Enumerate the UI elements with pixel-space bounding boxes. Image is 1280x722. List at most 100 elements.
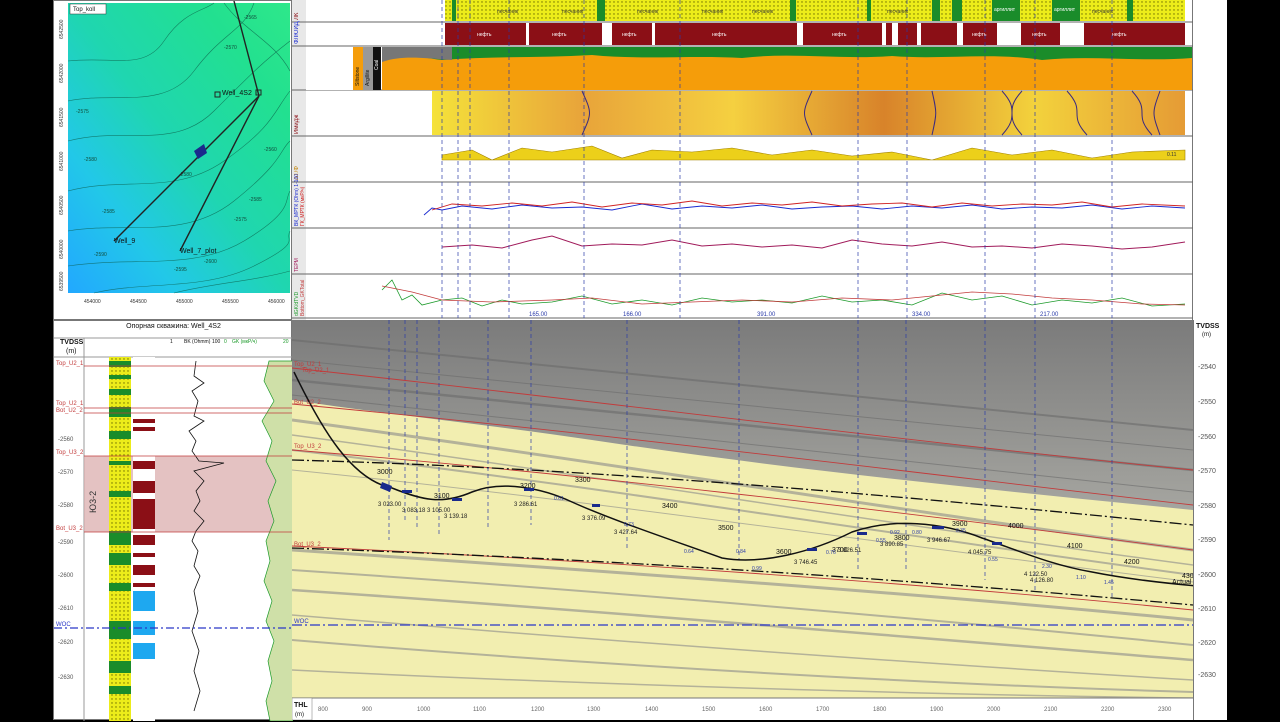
svg-text:2.30: 2.30 xyxy=(1042,564,1052,570)
depth-tick: -2590 xyxy=(1198,537,1216,544)
svg-text:1600: 1600 xyxy=(759,707,773,713)
svg-text:3 826.51: 3 826.51 xyxy=(838,548,862,554)
svg-text:-2560: -2560 xyxy=(264,147,277,153)
svg-text:1100: 1100 xyxy=(473,707,487,713)
svg-text:-2580: -2580 xyxy=(84,157,97,163)
track-label-image: Имидж xyxy=(294,114,300,134)
svg-text:3300: 3300 xyxy=(575,477,591,484)
svg-text:3500: 3500 xyxy=(718,525,734,532)
well-label-4s2[interactable]: Well_4S2 xyxy=(222,90,252,97)
depth-tick: -2580 xyxy=(1198,503,1216,510)
svg-text:-2575: -2575 xyxy=(76,109,89,115)
svg-text:нефть: нефть xyxy=(1032,32,1047,38)
map-panel[interactable]: -2575 -2580 -2585 -2590 -2595 -2600 -256… xyxy=(53,0,292,320)
track-label-term: ТЕРМ xyxy=(294,258,300,272)
log-strip-canvas[interactable]: песчаник песчаник песчаник песчаник песч… xyxy=(292,0,1193,320)
ref-gk-fill xyxy=(261,360,293,721)
svg-text:песчаник: песчаник xyxy=(497,9,519,15)
svg-text:0.35: 0.35 xyxy=(956,528,966,534)
svg-text:0.55: 0.55 xyxy=(988,557,998,563)
svg-text:3800: 3800 xyxy=(894,535,910,542)
svg-text:1700: 1700 xyxy=(816,707,830,713)
svg-text:334.00: 334.00 xyxy=(912,312,931,318)
reference-well-panel[interactable]: Опорная скважина: Well_4S2 TVDSS (m) 1 B… xyxy=(53,320,293,721)
svg-text:-2590: -2590 xyxy=(58,540,74,546)
svg-text:0.99: 0.99 xyxy=(752,566,762,572)
depth-tick: -2560 xyxy=(1198,434,1216,441)
svg-text:4000: 4000 xyxy=(1008,523,1024,530)
svg-text:217.00: 217.00 xyxy=(1040,312,1059,318)
depth-tick: -2620 xyxy=(1198,640,1216,647)
cross-section-canvas[interactable]: Top_U2_1 Top_U2_1 Bot_U2_2 Top_U3_2 Bot_… xyxy=(291,320,1198,721)
svg-text:6540000: 6540000 xyxy=(59,239,65,259)
svg-text:-2590: -2590 xyxy=(94,252,107,258)
facies-label-coal: Coal xyxy=(374,60,380,70)
well-label-9[interactable]: Well_9 xyxy=(114,238,135,245)
svg-text:-2565: -2565 xyxy=(244,15,257,21)
strip-bottom-values: 165.00 166.00 391.00 334.00 217.00 xyxy=(529,312,1059,318)
log-strip-panel[interactable]: песчаник песчаник песчаник песчаник песч… xyxy=(292,0,1193,320)
svg-text:0.80: 0.80 xyxy=(912,530,922,536)
svg-text:0.84: 0.84 xyxy=(736,549,746,555)
svg-text:800: 800 xyxy=(318,707,329,713)
depth-tick: -2550 xyxy=(1198,399,1216,406)
svg-text:Bot_U3_2: Bot_U3_2 xyxy=(294,542,321,548)
porosity-curve xyxy=(441,145,1186,161)
svg-text:391.00: 391.00 xyxy=(757,312,776,318)
svg-text:4 045.75: 4 045.75 xyxy=(968,550,992,556)
svg-text:песчаник: песчаник xyxy=(887,9,909,15)
svg-text:нефть: нефть xyxy=(972,32,987,38)
cross-section-panel[interactable]: Top_U2_1 Top_U2_1 Bot_U2_2 Top_U3_2 Bot_… xyxy=(291,320,1198,721)
svg-text:900: 900 xyxy=(362,707,373,713)
section-woc-label: WOC xyxy=(294,619,309,625)
svg-text:-2585: -2585 xyxy=(102,209,115,215)
svg-text:455500: 455500 xyxy=(222,299,239,305)
ref-depth-ticks: -2560 -2570 -2580 -2590 -2600 -2610 -262… xyxy=(58,437,74,681)
svg-text:1.45: 1.45 xyxy=(1104,580,1114,586)
svg-text:454500: 454500 xyxy=(130,299,147,305)
svg-text:6541000: 6541000 xyxy=(59,151,65,171)
svg-text:165.00: 165.00 xyxy=(529,312,548,318)
svg-text:6539500: 6539500 xyxy=(59,271,65,291)
svg-text:-2570: -2570 xyxy=(224,45,237,51)
ref-well-canvas[interactable]: Top_U2_1 Top_U2_1 Bot_U2_2 Top_U3_2 Bot_… xyxy=(54,321,293,721)
svg-text:Bot_U2_2: Bot_U2_2 xyxy=(294,400,321,406)
track-label-fluid: ФЛЮИД xyxy=(294,21,300,44)
svg-text:-2630: -2630 xyxy=(58,675,74,681)
map-title: Top_koll xyxy=(73,7,95,13)
svg-text:3 376.09: 3 376.09 xyxy=(582,516,606,522)
track-label-bottom-gk: Bottom_GKTotal xyxy=(300,279,306,316)
svg-text:песчаник: песчаник xyxy=(702,9,724,15)
svg-text:6542000: 6542000 xyxy=(59,63,65,83)
svg-text:3 286.61: 3 286.61 xyxy=(514,502,538,508)
right-depth-header-2: (m) xyxy=(1202,332,1211,338)
zone-label: Ю3-2 xyxy=(88,491,98,513)
svg-text:3 023.00: 3 023.00 xyxy=(378,502,402,508)
ref-woc-label: WOC xyxy=(56,622,71,628)
svg-text:3 139.18: 3 139.18 xyxy=(444,514,468,520)
well-label-7[interactable]: Well_7_plot xyxy=(180,248,217,255)
depth-tick: -2610 xyxy=(1198,606,1216,613)
svg-text:Top_U2_1: Top_U2_1 xyxy=(56,361,84,367)
svg-text:-2585: -2585 xyxy=(249,197,262,203)
svg-text:3 746.45: 3 746.45 xyxy=(794,560,818,566)
depth-tick: -2600 xyxy=(1198,572,1216,579)
svg-text:Bot_U2_2: Bot_U2_2 xyxy=(56,408,83,414)
svg-text:0.73: 0.73 xyxy=(624,522,634,528)
gk-curve xyxy=(381,279,1186,307)
geosteering-app: -2575 -2580 -2585 -2590 -2595 -2600 -256… xyxy=(53,0,1227,721)
svg-text:3600: 3600 xyxy=(776,549,792,556)
svg-text:0.55: 0.55 xyxy=(876,538,886,544)
ref-fluid-water xyxy=(133,591,155,659)
svg-text:нефть: нефть xyxy=(477,32,492,38)
depth-tick: -2540 xyxy=(1198,364,1216,371)
svg-text:4 126.80: 4 126.80 xyxy=(1030,578,1054,584)
svg-text:3 427.64: 3 427.64 xyxy=(614,530,638,536)
svg-text:0.76: 0.76 xyxy=(826,550,836,556)
trajectory-label: Actual xyxy=(1172,579,1192,586)
svg-text:0.64: 0.64 xyxy=(684,549,694,555)
svg-text:песчаник: песчаник xyxy=(752,9,774,15)
map-surface xyxy=(68,3,290,293)
map-canvas[interactable]: -2575 -2580 -2585 -2590 -2595 -2600 -256… xyxy=(54,1,292,320)
svg-text:4100: 4100 xyxy=(1067,543,1083,550)
